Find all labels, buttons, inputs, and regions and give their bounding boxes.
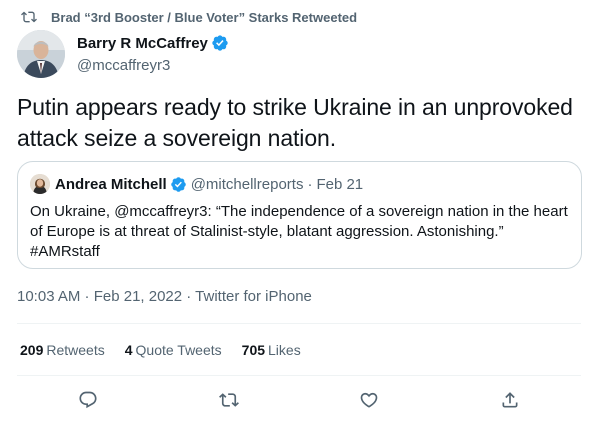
retweets-label: Retweets	[46, 342, 105, 358]
quote-separator: ·	[307, 175, 313, 193]
retweets-count: 209	[20, 342, 44, 358]
author-name[interactable]: Barry R McCaffrey	[77, 35, 208, 52]
like-button[interactable]	[355, 386, 383, 414]
quote-text: On Ukraine, @mccaffreyr3: “The independe…	[30, 203, 568, 260]
quote-author-avatar	[30, 174, 50, 194]
verified-badge-icon	[212, 35, 228, 51]
quoted-tweet[interactable]: Andrea Mitchell @mitchellreports · Feb 2…	[17, 161, 582, 269]
engagement-stats: 209 Retweets 4 Quote Tweets 705 Likes	[20, 342, 321, 358]
retweets-stat[interactable]: 209 Retweets	[20, 342, 105, 358]
divider	[17, 323, 581, 324]
share-button[interactable]	[496, 386, 524, 414]
quote-date: Feb 21	[316, 175, 364, 193]
tweet-author: Barry R McCaffrey @mccaffreyr3	[17, 30, 229, 78]
author-handle[interactable]: @mccaffreyr3	[77, 57, 229, 74]
retweet-context-text: Brad “3rd Booster / Blue Voter” Starks R…	[51, 9, 358, 25]
retweet-context[interactable]: Brad “3rd Booster / Blue Voter” Starks R…	[21, 9, 357, 25]
verified-badge-icon	[170, 176, 186, 192]
retweet-icon	[21, 11, 37, 23]
author-avatar[interactable]	[17, 30, 65, 78]
quote-tweets-stat[interactable]: 4 Quote Tweets	[125, 342, 222, 358]
likes-label: Likes	[268, 342, 301, 358]
tweet-timestamp[interactable]: 10:03 AM · Feb 21, 2022 · Twitter for iP…	[17, 288, 312, 305]
tweet-actions	[0, 386, 598, 414]
quote-author-handle: @mitchellreports	[190, 175, 304, 193]
likes-stat[interactable]: 705 Likes	[242, 342, 301, 358]
likes-count: 705	[241, 342, 266, 358]
quote-author-name: Andrea Mitchell	[55, 175, 167, 193]
quote-tweets-label: Quote Tweets	[135, 342, 222, 358]
quote-tweets-count: 4	[124, 342, 133, 358]
retweet-button[interactable]	[215, 386, 243, 414]
divider	[17, 375, 581, 376]
reply-button[interactable]	[74, 386, 102, 414]
like-icon	[360, 392, 378, 408]
tweet-text: Putin appears ready to strike Ukraine in…	[17, 94, 573, 151]
share-icon	[502, 392, 518, 408]
reply-icon	[79, 391, 97, 409]
retweet-icon	[219, 393, 239, 407]
